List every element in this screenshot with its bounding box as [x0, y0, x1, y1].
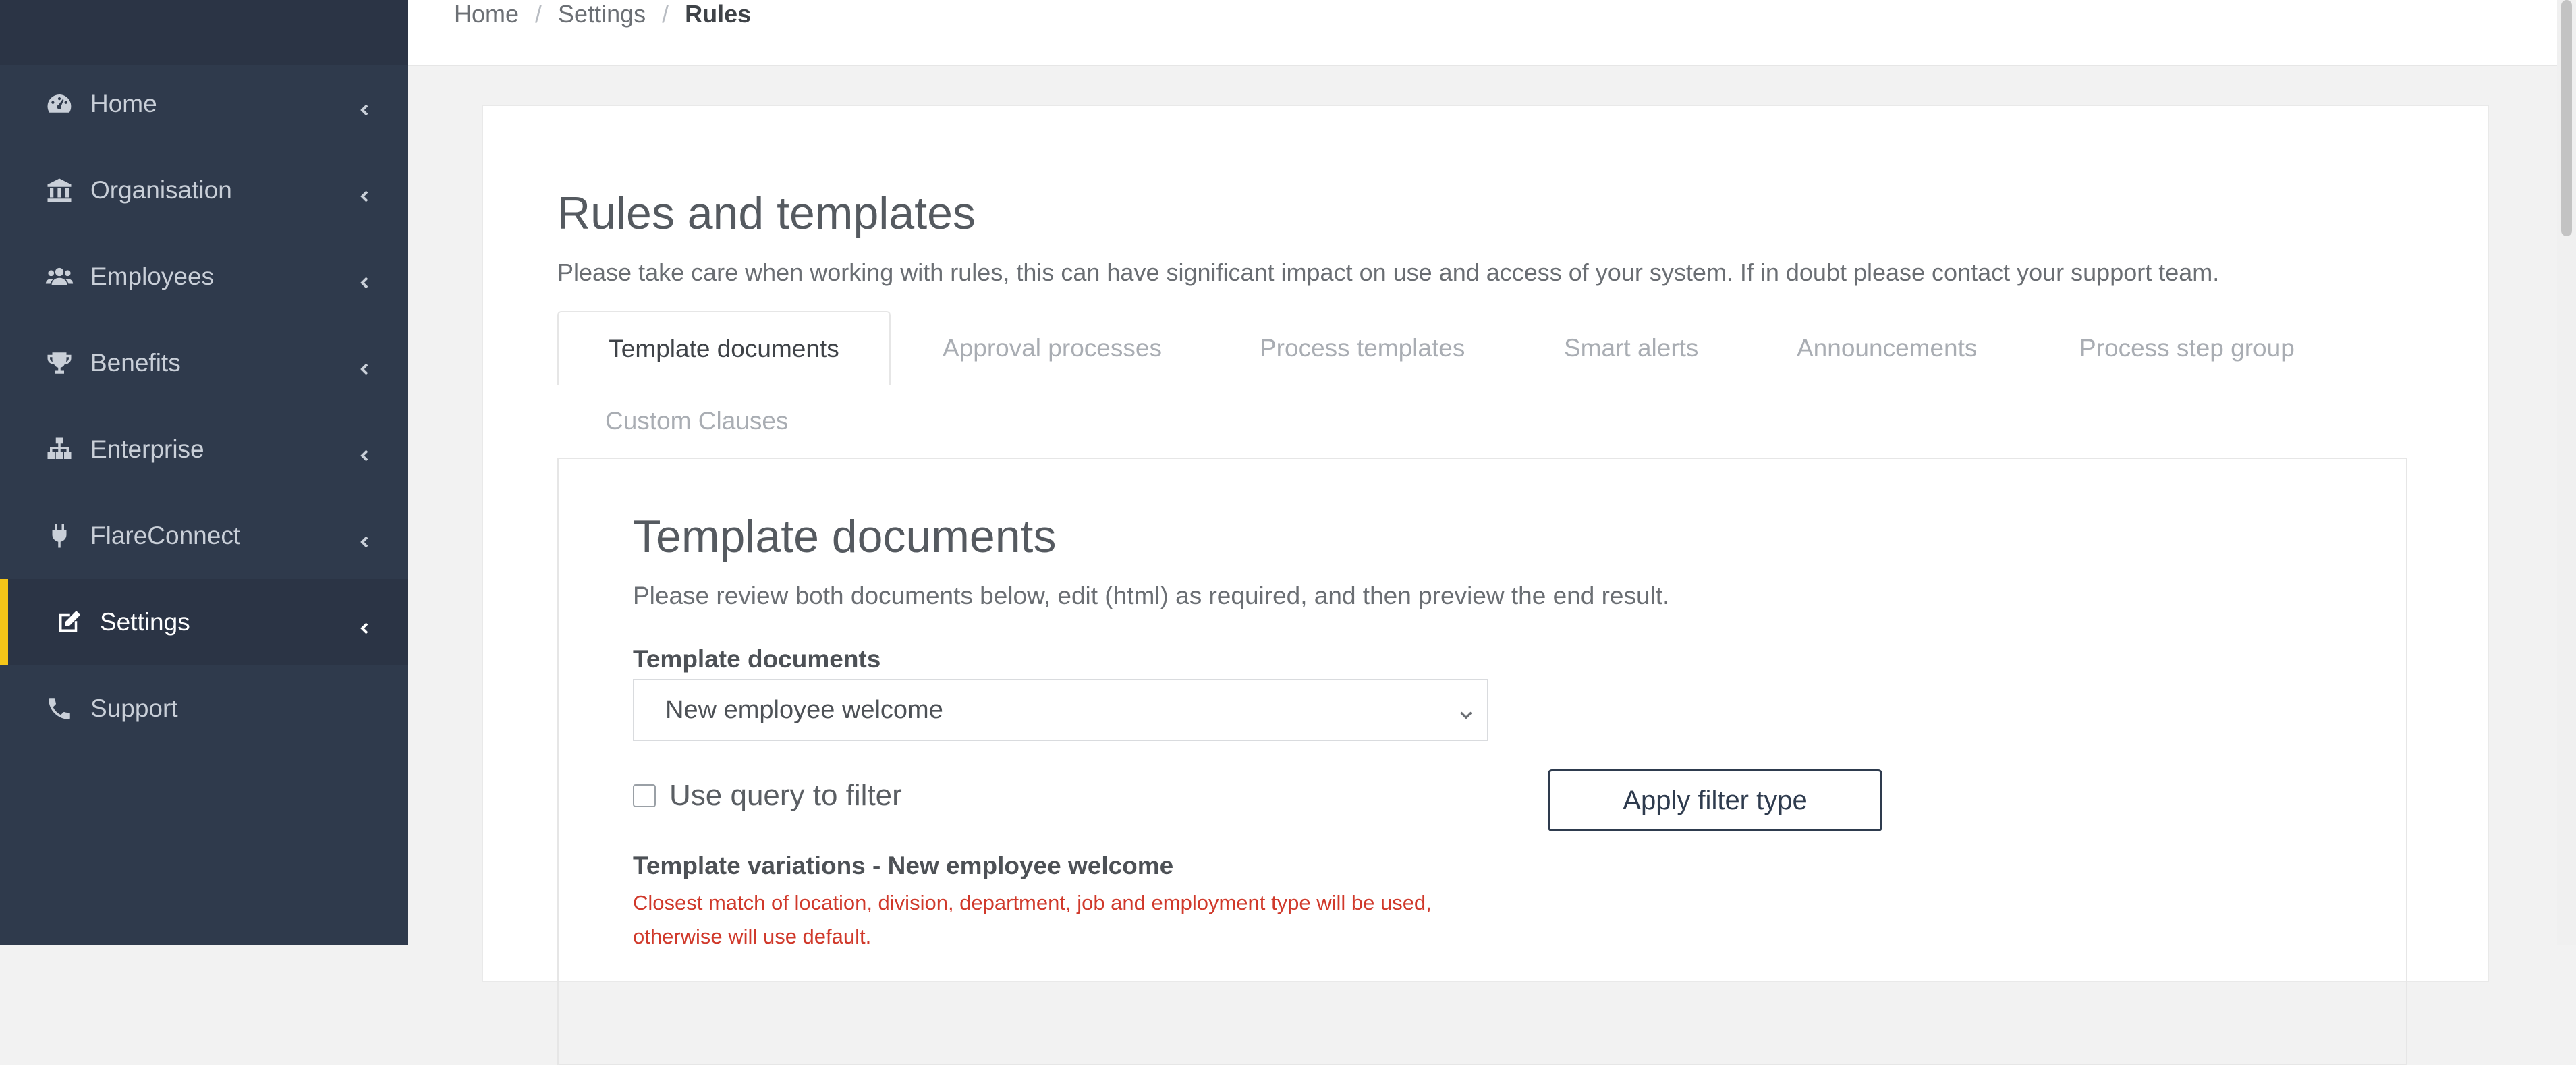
- breadcrumb-current: Rules: [685, 0, 752, 28]
- chevron-left-icon: [357, 355, 373, 375]
- sidebar-item-label: Enterprise: [90, 435, 204, 463]
- trophy-icon: [43, 347, 76, 379]
- sidebar-item-label: Benefits: [90, 349, 181, 377]
- template-select[interactable]: New employee welcome: [633, 679, 1488, 741]
- chevron-left-icon: [357, 269, 373, 289]
- sitemap-icon: [43, 433, 76, 466]
- template-variations-label: Template variations - New employee welco…: [633, 852, 1174, 879]
- sidebar-item-organisation[interactable]: Organisation: [0, 150, 408, 231]
- sidebar-item-benefits[interactable]: Benefits: [0, 323, 408, 404]
- sidebar-item-label: FlareConnect: [90, 522, 241, 549]
- breadcrumb-home[interactable]: Home: [454, 0, 519, 28]
- page-description: Please take care when working with rules…: [557, 258, 2220, 286]
- vertical-scrollbar[interactable]: [2557, 0, 2576, 945]
- phone-icon: [43, 692, 76, 725]
- sidebar-header: [0, 0, 408, 65]
- active-indicator: [0, 579, 8, 665]
- sidebar-item-settings[interactable]: Settings: [0, 579, 408, 665]
- use-query-label[interactable]: Use query to filter: [669, 779, 902, 813]
- rules-card: Rules and templates Please take care whe…: [482, 105, 2489, 1065]
- sidebar-item-label: Organisation: [90, 176, 232, 204]
- sidebar-item-enterprise[interactable]: Enterprise: [0, 409, 408, 490]
- chevron-left-icon: [357, 528, 373, 548]
- tab-custom-clauses[interactable]: Custom Clauses: [605, 384, 788, 458]
- template-documents-panel: Template documents Please review both do…: [557, 458, 2407, 1065]
- breadcrumb-separator: /: [662, 0, 669, 28]
- chevron-left-icon: [357, 441, 373, 462]
- edit-icon: [53, 606, 85, 638]
- bank-icon: [43, 174, 76, 207]
- users-icon: [43, 261, 76, 293]
- tab-smart-alerts[interactable]: Smart alerts: [1564, 311, 1698, 385]
- chevron-down-icon: [1457, 701, 1475, 719]
- sidebar-item-label: Settings: [100, 608, 190, 636]
- top-bar: Home / Settings / Rules: [408, 0, 2557, 66]
- sidebar-item-home[interactable]: Home: [0, 63, 408, 144]
- sidebar-item-label: Home: [90, 90, 157, 117]
- dashboard-icon: [43, 88, 76, 120]
- template-select-label: Template documents: [633, 645, 881, 673]
- scrollbar-thumb[interactable]: [2561, 0, 2572, 236]
- chevron-left-icon: [357, 614, 373, 634]
- use-query-filter-row[interactable]: Use query to filter: [633, 779, 902, 813]
- variations-warning-line1: Closest match of location, division, dep…: [633, 891, 1432, 914]
- plug-icon: [43, 520, 76, 552]
- sidebar-item-flareconnect[interactable]: FlareConnect: [0, 495, 408, 576]
- panel-description: Please review both documents below, edit…: [633, 582, 1670, 609]
- sidebar-item-label: Employees: [90, 263, 215, 290]
- variations-warning-line2: otherwise will use default.: [633, 925, 872, 948]
- apply-filter-type-button[interactable]: Apply filter type: [1548, 769, 1882, 831]
- use-query-checkbox[interactable]: [633, 784, 656, 807]
- breadcrumb-settings[interactable]: Settings: [558, 0, 646, 28]
- sidebar-item-label: Support: [90, 694, 178, 722]
- chevron-left-icon: [357, 96, 373, 116]
- tab-process-step-group[interactable]: Process step group: [2079, 311, 2295, 385]
- sidebar: Home Organisation Employees Benefits Ent…: [0, 0, 408, 945]
- sidebar-item-support[interactable]: Support: [0, 668, 408, 749]
- tab-process-templates[interactable]: Process templates: [1260, 311, 1465, 385]
- page-title: Rules and templates: [557, 188, 976, 239]
- breadcrumb-separator: /: [535, 0, 542, 28]
- tab-template-documents[interactable]: Template documents: [557, 311, 891, 385]
- chevron-left-icon: [357, 182, 373, 202]
- panel-title: Template documents: [633, 511, 1057, 562]
- breadcrumb: Home / Settings / Rules: [454, 0, 751, 28]
- tab-announcements[interactable]: Announcements: [1797, 311, 1977, 385]
- sidebar-item-employees[interactable]: Employees: [0, 236, 408, 317]
- template-select-value: New employee welcome: [665, 695, 943, 724]
- tab-approval-processes[interactable]: Approval processes: [943, 311, 1162, 385]
